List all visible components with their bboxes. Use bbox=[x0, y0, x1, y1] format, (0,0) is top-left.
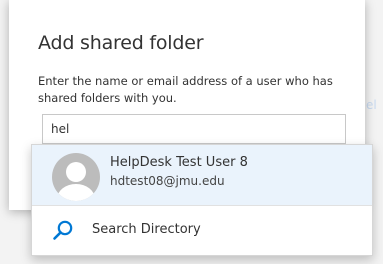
dialog-instructions: Enter the name or email address of a use… bbox=[38, 74, 333, 105]
search-directory-label: Search Directory bbox=[92, 222, 201, 237]
dialog-title: Add shared folder bbox=[38, 32, 204, 54]
suggestion-name: HelpDesk Test User 8 bbox=[110, 155, 248, 170]
suggestion-email: hdtest08@jmu.edu bbox=[110, 174, 225, 188]
suggestion-dropdown: HelpDesk Test User 8 hdtest08@jmu.edu Se… bbox=[31, 144, 373, 256]
search-icon bbox=[53, 220, 73, 240]
avatar-placeholder-icon bbox=[52, 153, 100, 201]
search-directory-button[interactable]: Search Directory bbox=[32, 206, 372, 255]
user-search-input[interactable] bbox=[42, 114, 346, 144]
background-link-fragment[interactable]: el bbox=[366, 98, 377, 112]
suggestion-item[interactable]: HelpDesk Test User 8 hdtest08@jmu.edu bbox=[32, 145, 372, 205]
